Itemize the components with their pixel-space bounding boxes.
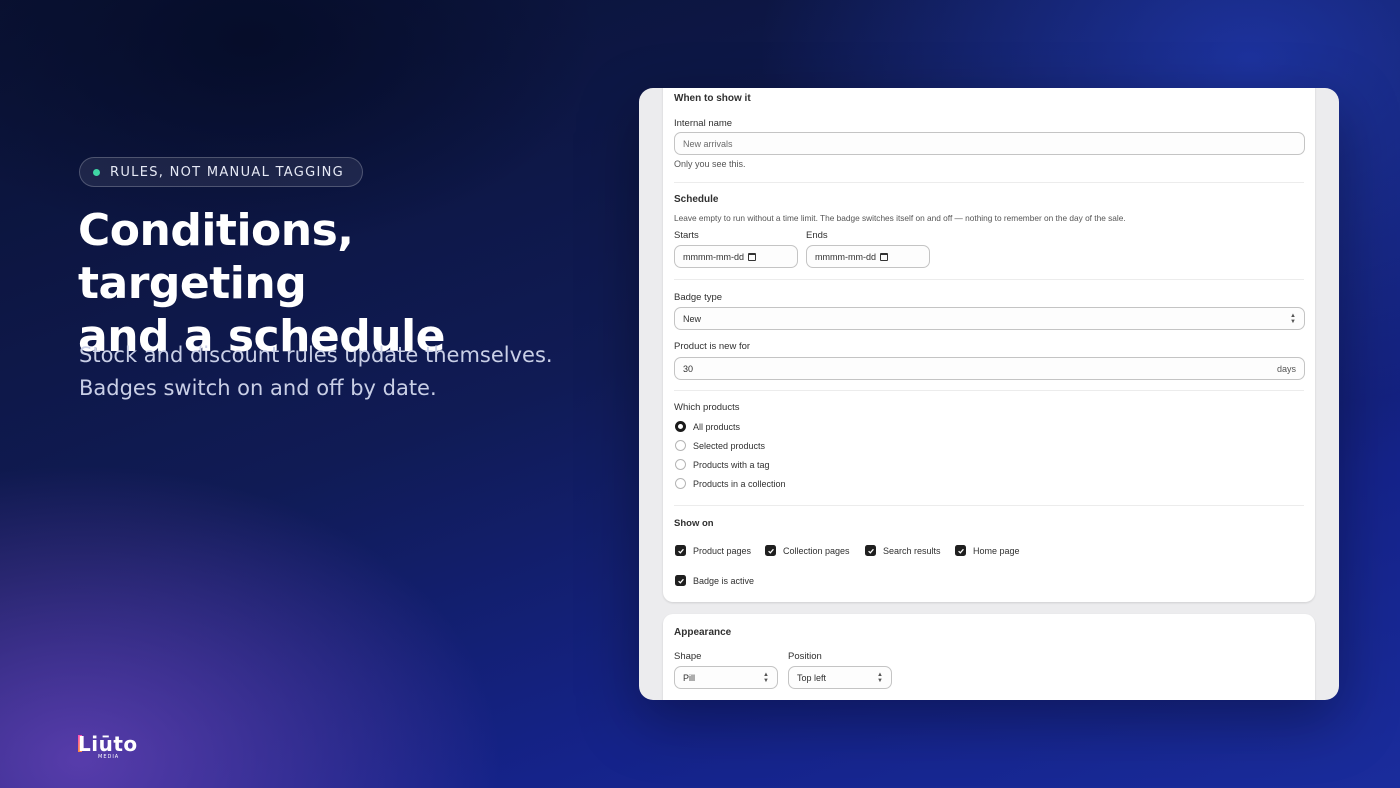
radio-selected-products[interactable]: Selected products: [675, 440, 765, 451]
starts-date-input[interactable]: mmmm-mm-dd: [674, 245, 798, 268]
radio-label: Products in a collection: [693, 478, 786, 489]
subheadline: Stock and discount rules update themselv…: [79, 339, 599, 405]
internal-name-label: Internal name: [674, 118, 733, 129]
chevron-up-down-icon: ▲ ▼: [763, 671, 769, 684]
ends-date-input[interactable]: mmmm-mm-dd: [806, 245, 930, 268]
chevron-up-down-icon: ▲ ▼: [1290, 312, 1296, 325]
checkbox-label: Home page: [973, 545, 1020, 556]
checkbox-checked-icon[interactable]: [865, 545, 876, 556]
shape-value: Pill: [683, 672, 696, 683]
new-for-suffix: days: [1276, 363, 1296, 374]
checkbox-checked-icon[interactable]: [675, 545, 686, 556]
checkbox-product-pages[interactable]: Product pages: [675, 545, 751, 556]
appearance-title: Appearance: [674, 627, 732, 638]
divider: [674, 505, 1304, 506]
checkbox-label: Product pages: [693, 545, 752, 556]
new-for-label: Product is new for: [674, 341, 751, 352]
starts-date-value: mmmm-mm-dd: [683, 251, 744, 262]
brand-logo: Liūto MEDIA: [78, 732, 148, 762]
radio-label: All products: [693, 421, 741, 432]
starts-label: Starts: [674, 230, 699, 241]
badge-type-value: New: [683, 313, 702, 324]
internal-name-input[interactable]: New arrivals: [674, 132, 1305, 155]
checkbox-checked-icon[interactable]: [675, 575, 686, 586]
eyebrow-pill: RULES, NOT MANUAL TAGGING: [79, 157, 364, 187]
app-window: When to show it Internal name New arriva…: [639, 88, 1339, 700]
position-select[interactable]: Top left ▲ ▼: [788, 666, 892, 689]
position-value: Top left: [797, 672, 827, 683]
checkbox-badge-active[interactable]: Badge is active: [675, 575, 754, 586]
ends-date-value: mmmm-mm-dd: [815, 251, 876, 262]
radio-label: Products with a tag: [693, 459, 770, 470]
position-label: Position: [788, 651, 822, 662]
radio-all-products[interactable]: All products: [675, 421, 740, 432]
calendar-icon[interactable]: [880, 252, 888, 261]
new-for-input[interactable]: 30 days: [674, 357, 1305, 380]
checkbox-label: Search results: [883, 545, 941, 556]
radio-products-in-collection[interactable]: Products in a collection: [675, 478, 786, 489]
headline-line-1: Conditions, targeting: [78, 205, 354, 309]
chevron-up-down-icon: ▲ ▼: [877, 671, 883, 684]
section-title-when: When to show it: [674, 93, 751, 104]
subheadline-line-1: Stock and discount rules update themselv…: [79, 343, 553, 367]
status-dot-icon: [93, 168, 100, 176]
appearance-card: Appearance Shape Pill ▲ ▼ Position Top le…: [663, 614, 1315, 700]
divider: [674, 182, 1304, 183]
checkbox-checked-icon[interactable]: [955, 545, 966, 556]
show-on-title: Show on: [674, 518, 714, 529]
calendar-icon[interactable]: [748, 252, 756, 261]
checkbox-label: Collection pages: [783, 545, 850, 556]
checkbox-collection-pages[interactable]: Collection pages: [765, 545, 850, 556]
new-for-value: 30: [683, 363, 694, 374]
shape-select[interactable]: Pill ▲ ▼: [674, 666, 778, 689]
radio-button[interactable]: [675, 440, 686, 451]
radio-label: Selected products: [693, 440, 766, 451]
radio-button[interactable]: [675, 421, 686, 432]
schedule-help: Leave empty to run without a time limit.…: [674, 213, 1126, 223]
checkbox-home-page[interactable]: Home page: [955, 545, 1020, 556]
eyebrow-text: RULES, NOT MANUAL TAGGING: [110, 164, 345, 180]
internal-name-placeholder: New arrivals: [683, 138, 733, 149]
radio-products-with-tag[interactable]: Products with a tag: [675, 459, 770, 470]
internal-name-help: Only you see this.: [674, 159, 746, 169]
rules-card: When to show it Internal name New arriva…: [663, 88, 1315, 602]
ends-label: Ends: [806, 230, 828, 241]
subheadline-line-2: Badges switch on and off by date.: [79, 376, 437, 400]
checkbox-search-results[interactable]: Search results: [865, 545, 941, 556]
badge-type-label: Badge type: [674, 292, 723, 303]
which-products-label: Which products: [674, 402, 740, 413]
checkbox-checked-icon[interactable]: [765, 545, 776, 556]
brand-name: Liūto: [78, 732, 138, 756]
checkbox-label: Badge is active: [693, 575, 755, 586]
badge-type-select[interactable]: New ▲ ▼: [674, 307, 1305, 330]
divider: [674, 279, 1304, 280]
divider: [674, 390, 1304, 391]
radio-button[interactable]: [675, 478, 686, 489]
radio-button[interactable]: [675, 459, 686, 470]
schedule-title: Schedule: [674, 194, 719, 205]
shape-label: Shape: [674, 651, 702, 662]
brand-tagline: MEDIA: [98, 754, 120, 760]
